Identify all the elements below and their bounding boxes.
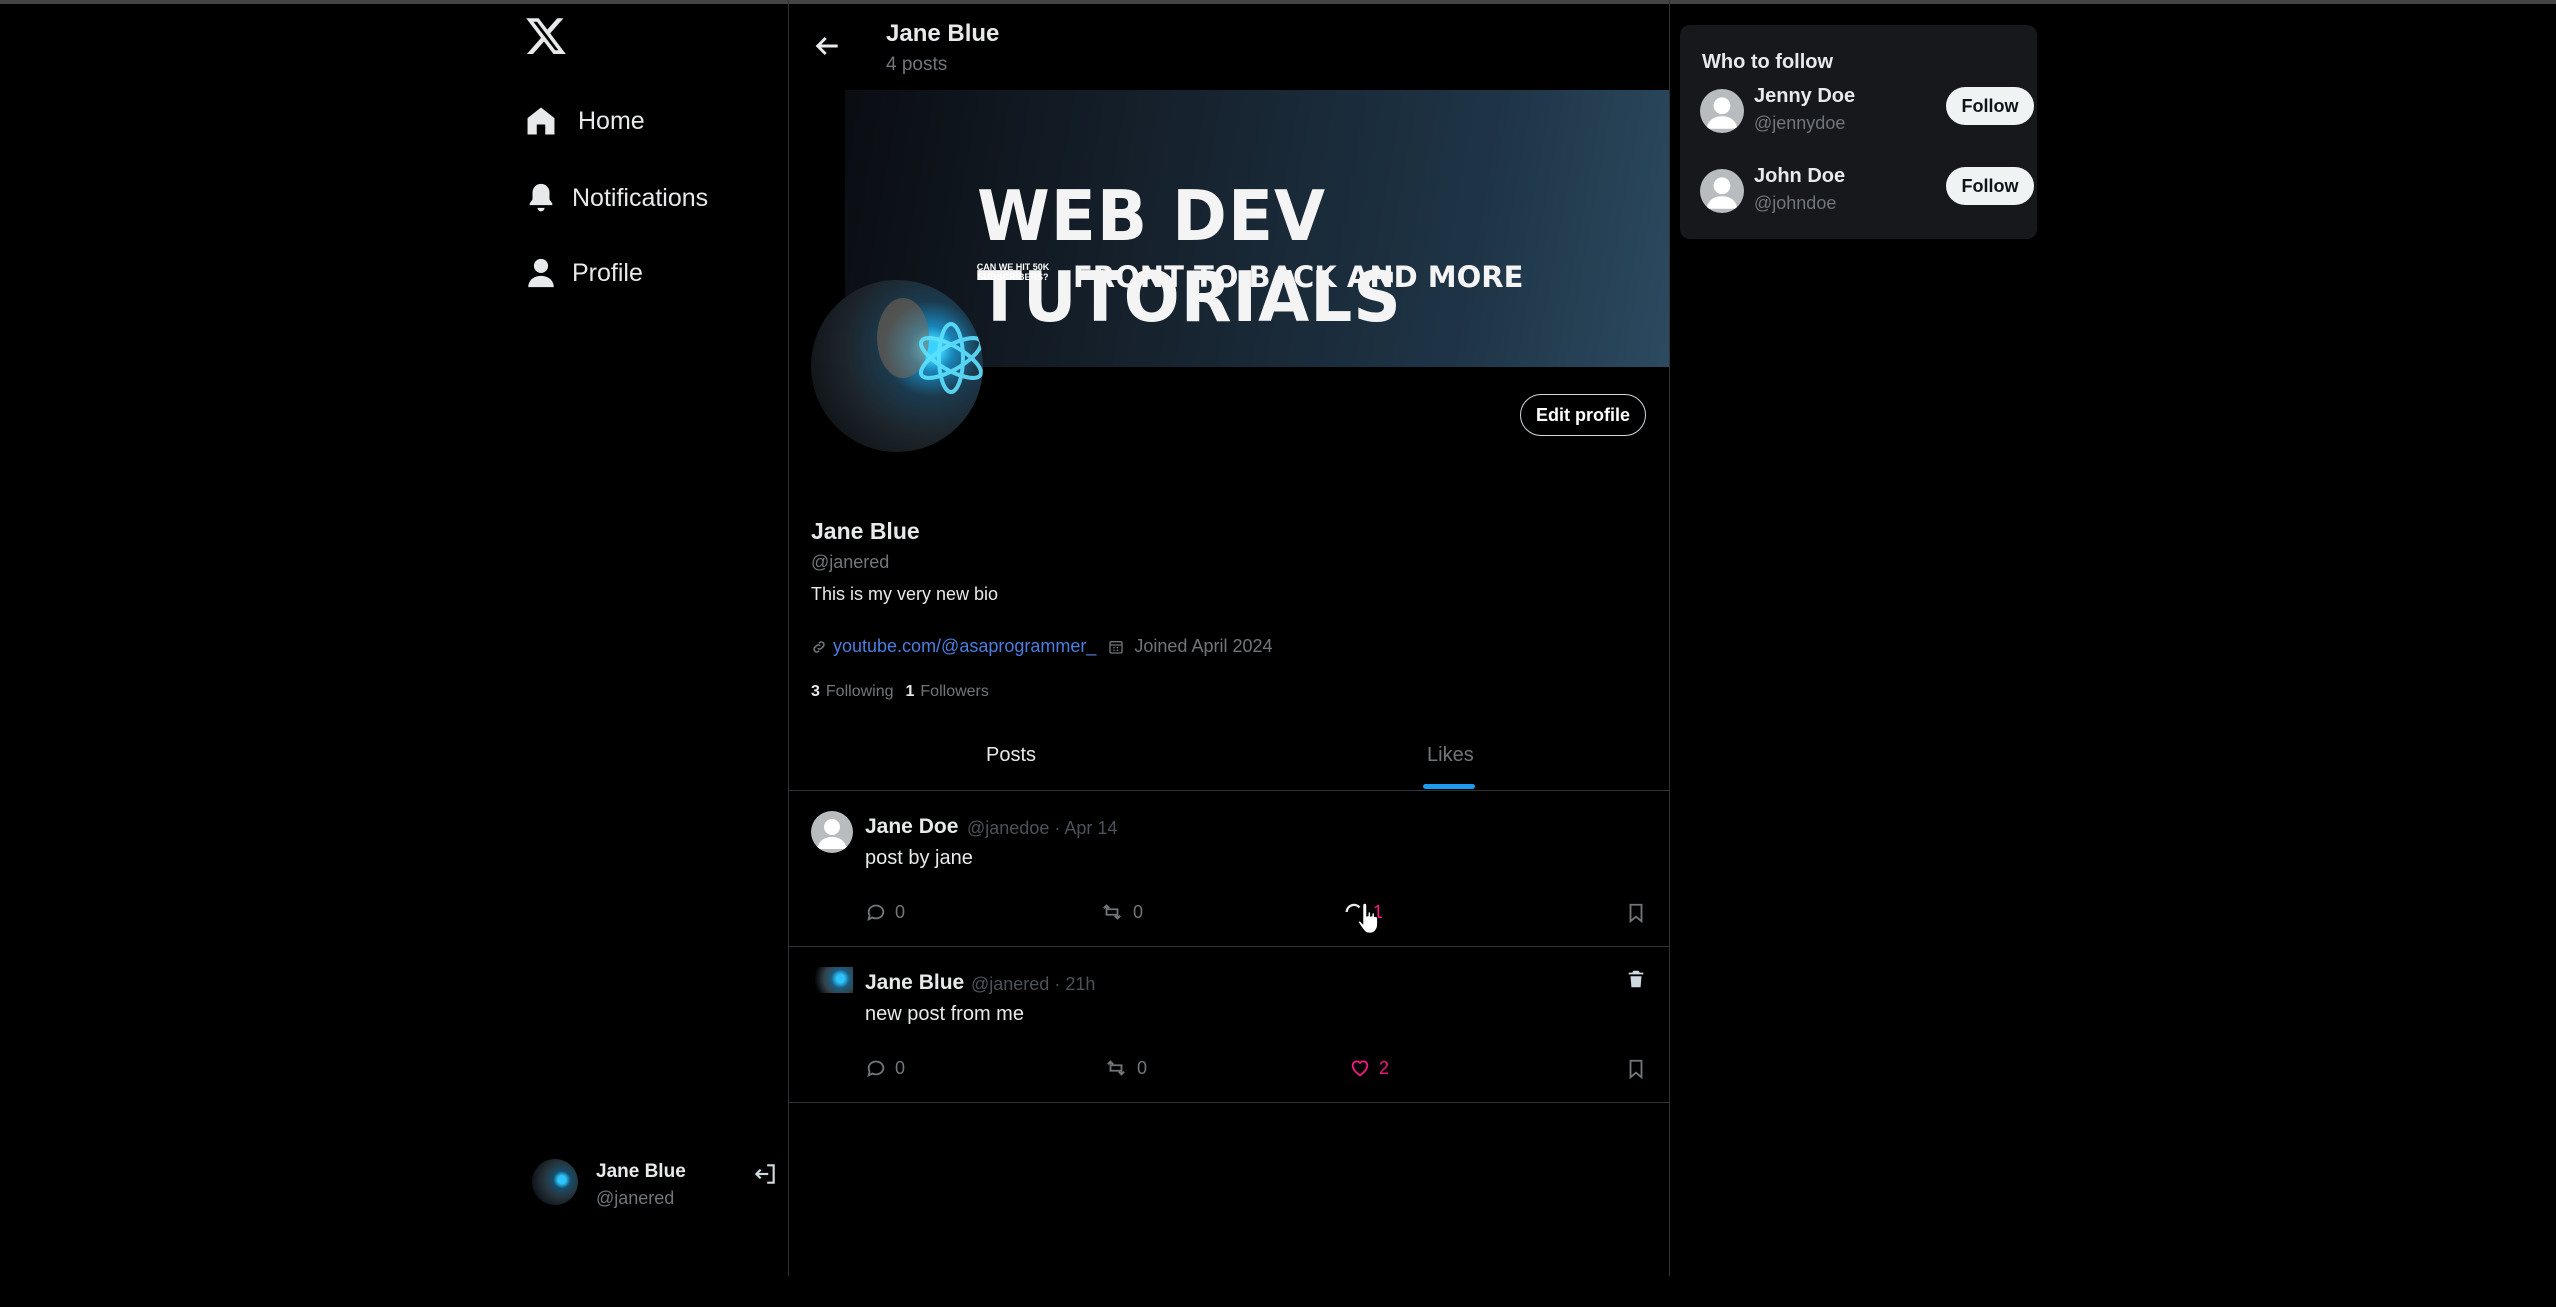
following-label: Following: [825, 683, 894, 700]
comment-count: 0: [895, 901, 906, 922]
suggested-user[interactable]: John Doe @johndoe Follow: [1700, 163, 2034, 223]
suggested-user[interactable]: Jenny Doe @jennydoe Follow: [1700, 83, 2034, 143]
profile-link[interactable]: youtube.com/@asaprogrammer_: [833, 636, 1096, 657]
suggested-user-avatar: [1700, 169, 1744, 213]
follow-stats: 3 Following 1 Followers: [811, 683, 989, 701]
nav-home-label: Home: [578, 106, 645, 135]
followers-label: Followers: [920, 683, 989, 700]
nav-profile[interactable]: Profile: [524, 256, 643, 290]
like-button[interactable]: 2: [1349, 1057, 1389, 1079]
hand-cursor-icon: [1357, 902, 1379, 934]
back-arrow-icon[interactable]: [811, 30, 843, 62]
current-user-avatar: [532, 1159, 578, 1205]
suggested-user-handle: @johndoe: [1754, 193, 1837, 213]
who-to-follow-title: Who to follow: [1702, 51, 1834, 73]
suggested-user-name: Jenny Doe: [1754, 85, 1856, 107]
header-title: Jane Blue: [886, 20, 1000, 47]
bookmark-icon[interactable]: [1625, 1057, 1647, 1081]
repost-icon: [1107, 1060, 1125, 1076]
comment-icon: [867, 1060, 885, 1078]
tab-likes[interactable]: Likes: [1427, 744, 1474, 767]
post-author-name[interactable]: Jane Blue: [865, 971, 964, 995]
repost-icon: [1103, 904, 1121, 920]
x-logo-icon[interactable]: [524, 14, 568, 58]
calendar-icon: [1109, 640, 1124, 654]
repost-button[interactable]: 0: [1099, 901, 1143, 923]
repost-button[interactable]: 0: [1103, 1057, 1147, 1079]
repost-count: 0: [1137, 1057, 1148, 1078]
active-tab-indicator: [1423, 784, 1475, 789]
user-icon: [528, 258, 554, 288]
bookmark-icon[interactable]: [1625, 901, 1647, 925]
edit-profile-button[interactable]: Edit profile: [1520, 394, 1646, 436]
default-avatar-icon: [817, 819, 847, 849]
profile-joined: Joined April 2024: [1134, 636, 1273, 656]
post-item[interactable]: Jane Blue @janered · 21h new post from m…: [789, 947, 1669, 1103]
repost-count: 0: [1133, 901, 1144, 922]
like-count: 2: [1379, 1057, 1390, 1078]
nav-profile-label: Profile: [572, 258, 643, 287]
current-user-name: Jane Blue: [596, 1161, 686, 1182]
following-stat[interactable]: 3 Following: [811, 683, 894, 701]
bell-icon: [529, 183, 553, 212]
suggested-user-name: John Doe: [1754, 165, 1846, 187]
nav-notifications-label: Notifications: [572, 183, 709, 212]
suggested-user-avatar: [1700, 89, 1744, 133]
follow-button[interactable]: Follow: [1946, 167, 2034, 205]
who-to-follow-panel: Who to follow Jenny Doe @jennydoe Follow…: [1680, 25, 2037, 239]
profile-main-column: Jane Blue 4 posts WEB DEV TUTORIALS CAN …: [788, 0, 1670, 1276]
nav-home[interactable]: Home: [524, 104, 645, 138]
following-count: 3: [811, 683, 820, 700]
profile-bio: This is my very new bio: [811, 584, 999, 604]
profile-meta: youtube.com/@asaprogrammer_ Joined April…: [811, 636, 1273, 657]
follow-button[interactable]: Follow: [1946, 87, 2034, 125]
suggested-user-handle: @jennydoe: [1754, 113, 1846, 133]
home-icon: [527, 107, 555, 135]
logout-icon[interactable]: [752, 1161, 778, 1187]
left-sidebar: Home Notifications Profile Jane Blue @ja…: [510, 0, 788, 1276]
heart-icon: [1351, 1060, 1369, 1077]
banner-title: WEB DEV TUTORIALS: [977, 176, 1402, 338]
nav-notifications[interactable]: Notifications: [524, 181, 708, 215]
post-text: post by jane: [865, 847, 973, 869]
followers-stat[interactable]: 1 Followers: [906, 683, 989, 701]
default-avatar-icon: [1706, 177, 1738, 209]
comment-count: 0: [895, 1057, 906, 1078]
header-post-count: 4 posts: [886, 54, 948, 75]
post-avatar[interactable]: [811, 811, 853, 853]
comment-button[interactable]: 0: [865, 901, 905, 923]
post-author-name[interactable]: Jane Doe: [865, 815, 958, 839]
tab-posts[interactable]: Posts: [986, 744, 1036, 767]
post-avatar[interactable]: [811, 967, 853, 993]
post-item[interactable]: Jane Doe @janedoe · Apr 14 post by jane …: [789, 791, 1669, 947]
comment-button[interactable]: 0: [865, 1057, 905, 1079]
current-user-handle: @janered: [596, 1188, 675, 1208]
post-text: new post from me: [865, 1003, 1024, 1025]
profile-avatar[interactable]: [811, 280, 983, 452]
current-user-card[interactable]: Jane Blue @janered: [532, 1153, 782, 1213]
post-author-meta: @janedoe · Apr 14: [967, 818, 1118, 838]
delete-icon[interactable]: [1625, 967, 1647, 991]
banner-small-text: CAN WE HIT 50K SUBSCRIBERS?: [976, 262, 1050, 282]
avatar-react-logo-icon: [877, 298, 983, 394]
banner-subtitle: FRONT TO BACK AND MORE: [1073, 260, 1524, 294]
followers-count: 1: [905, 683, 915, 700]
profile-tabs: Posts Likes: [789, 734, 1669, 791]
link-icon: [813, 640, 825, 653]
comment-icon: [867, 904, 885, 922]
profile-handle: @janered: [811, 552, 890, 572]
default-avatar-icon: [1706, 97, 1738, 129]
profile-name: Jane Blue: [811, 518, 920, 544]
post-author-meta: @janered · 21h: [971, 974, 1096, 994]
